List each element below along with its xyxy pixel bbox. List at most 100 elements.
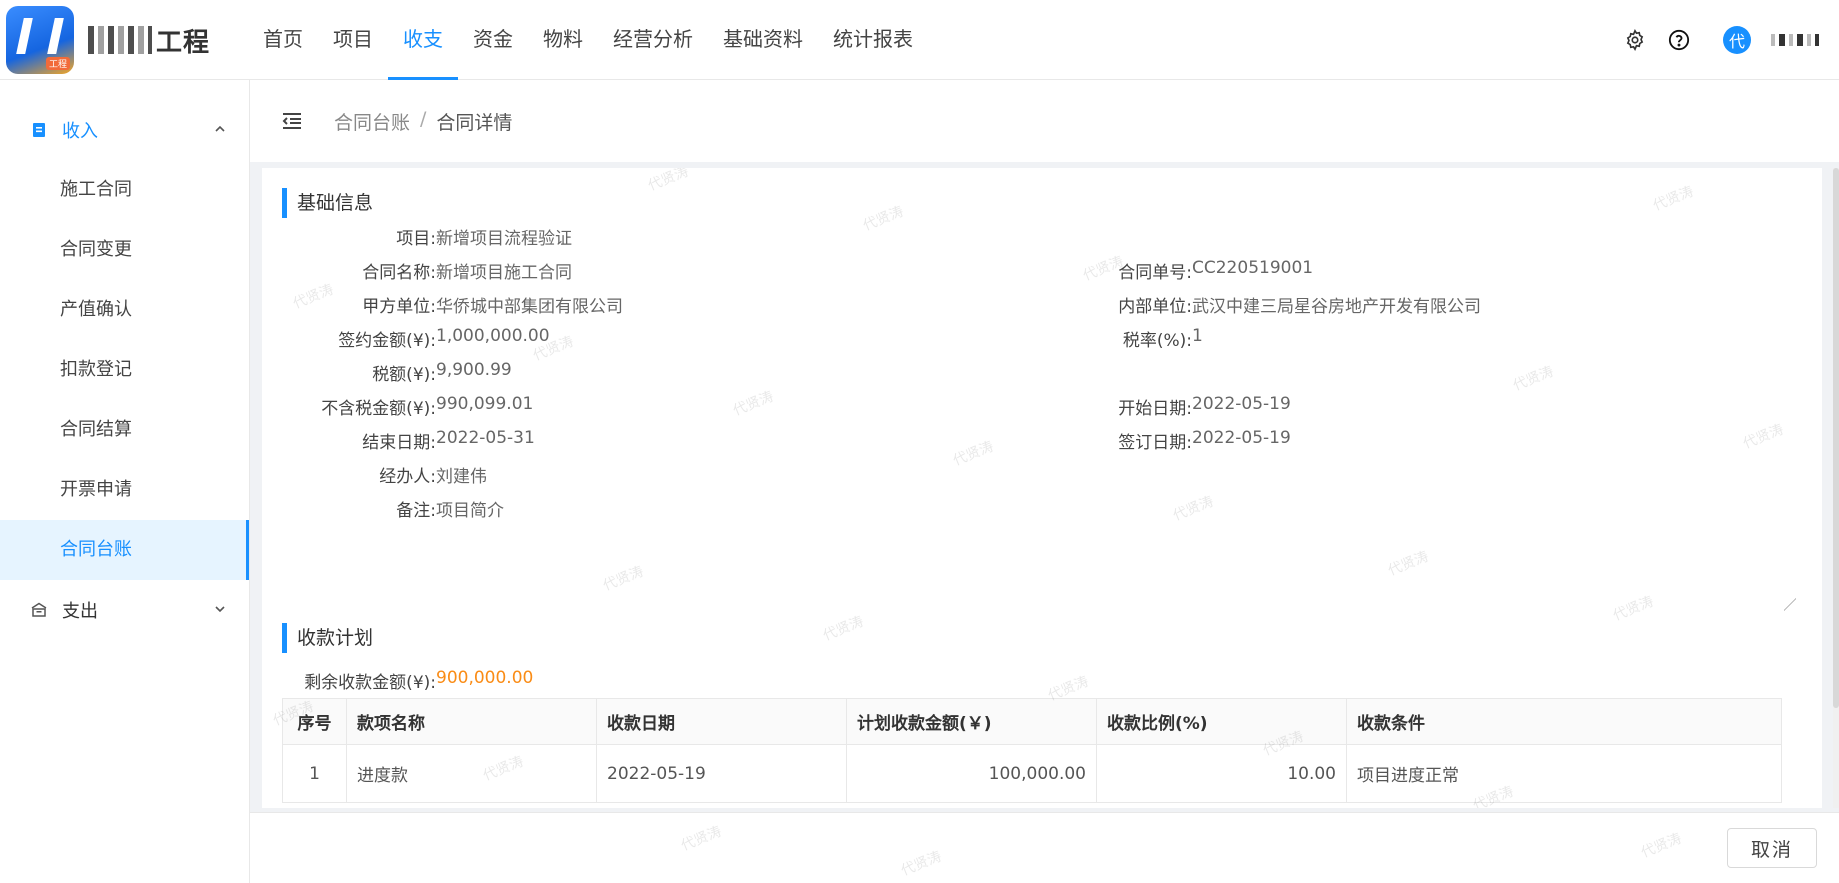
field-value: 武汉中建三局星谷房地产开发有限公司 [1192,297,1481,317]
brand-name: 工程 [88,22,210,58]
textarea-resize-handle[interactable] [1784,587,1796,611]
field-value: 990,099.01 [436,394,534,414]
main-nav: 首页 项目 收支 资金 物料 经营分析 基础资料 统计报表 [248,0,928,80]
field-project: 项目: 新增项目流程验证 [262,224,572,249]
brand-name-redacted [88,26,152,54]
logo-sub-text: 工程 [46,57,71,70]
field-value: 新增项目施工合同 [436,263,572,283]
nav-item-funds[interactable]: 资金 [458,0,528,80]
field-contract-no: 合同单号: CC220519001 [962,258,1313,283]
avatar[interactable]: 代 [1723,26,1751,54]
field-label: 甲方单位: [362,297,436,317]
watermark: 代贤涛 [600,563,646,595]
nav-item-home[interactable]: 首页 [248,0,318,80]
field-sign-date: 签订日期: 2022-05-19 [962,428,1291,453]
field-tax-rate: 税率(%): 1 [962,326,1203,351]
nav-item-income-expense[interactable]: 收支 [388,0,458,80]
table-row: 1 进度款 2022-05-19 100,000.00 10.00 项目进度正常 [282,744,1782,803]
breadcrumb-bar: 合同台账 / 合同详情 [250,80,1839,162]
sidebar-group-expense[interactable]: 支出 [0,580,249,640]
field-value: 2022-05-19 [1192,428,1291,448]
top-navbar: 工程 工程 首页 项目 收支 资金 物料 经营分析 基础资料 统计报表 代 [0,0,1839,80]
nav-item-base-data[interactable]: 基础资料 [708,0,818,80]
field-label: 税额(¥): [372,365,436,385]
breadcrumb-parent[interactable]: 合同台账 [334,108,410,135]
sidebar-item-contract-ledger[interactable]: 合同台账 [0,520,249,580]
column-header-condition: 收款条件 [1346,698,1782,745]
top-right-tools: 代 [1623,0,1819,80]
user-name-redacted[interactable] [1771,34,1819,46]
help-icon[interactable] [1667,28,1691,52]
cell-condition: 项目进度正常 [1346,744,1782,803]
watermark: 代贤涛 [678,823,724,855]
field-ex-tax-amount: 不含税金额(¥): 990,099.01 [262,394,533,419]
field-label: 签订日期: [1118,433,1192,453]
field-label: 不含税金额(¥): [321,399,436,419]
column-header-amount: 计划收款金额(￥) [846,698,1097,745]
sidebar-item-invoice-request[interactable]: 开票申请 [0,460,249,520]
field-remaining-amount: 剩余收款金额(¥): 900,000.00 [262,668,533,693]
nav-item-reports[interactable]: 统计报表 [818,0,928,80]
watermark: 代贤涛 [1650,183,1696,215]
field-end-date: 结束日期: 2022-05-31 [262,428,535,453]
sidebar-item-construction-contract[interactable]: 施工合同 [0,160,249,220]
sidebar-group-expense-label: 支出 [62,601,98,622]
panel-scrollbar[interactable] [1833,168,1839,808]
field-value: 刘建伟 [436,467,487,487]
field-party-a: 甲方单位: 华侨城中部集团有限公司 [262,292,623,317]
scrollbar-thumb[interactable] [1833,168,1839,708]
column-header-no: 序号 [282,698,347,745]
field-label: 结束日期: [362,433,436,453]
cell-amount: 100,000.00 [846,744,1097,803]
breadcrumb-current: 合同详情 [436,111,513,134]
field-label: 税率(%): [1122,331,1192,351]
field-handler: 经办人: 刘建伟 [262,462,487,487]
brand-name-suffix: 工程 [156,27,211,58]
nav-item-materials[interactable]: 物料 [528,0,598,80]
sidebar-item-deduction[interactable]: 扣款登记 [0,340,249,400]
sidebar-group-income-label: 收入 [62,121,98,142]
watermark: 代贤涛 [1385,548,1431,580]
field-label: 合同名称: [362,263,436,283]
cell-name: 进度款 [346,744,597,803]
menu-fold-icon[interactable] [280,109,304,133]
field-label: 合同单号: [1118,263,1192,283]
field-internal-unit: 内部单位: 武汉中建三局星谷房地产开发有限公司 [962,292,1481,317]
contract-detail-panel: 基础信息 项目: 新增项目流程验证 合同名称: 新增项目施工合同 甲方单位: 华… [262,168,1822,808]
field-value: 新增项目流程验证 [436,229,572,249]
nav-item-project[interactable]: 项目 [318,0,388,80]
cell-date: 2022-05-19 [596,744,847,803]
watermark: 代贤涛 [1740,421,1786,453]
field-value: 华侨城中部集团有限公司 [436,297,623,317]
footer-actions: 代贤涛 代贤涛 代贤涛 取消 [250,812,1839,883]
field-value: CC220519001 [1192,258,1314,278]
field-label: 剩余收款金额(¥): [304,673,436,693]
column-header-date: 收款日期 [596,698,847,745]
section-title-basic-info: 基础信息 [282,188,373,218]
breadcrumb: 合同台账 / 合同详情 [334,108,512,135]
cell-no: 1 [282,744,347,803]
field-label: 备注: [396,501,436,521]
watermark: 代贤涛 [1638,830,1684,862]
watermark: 代贤涛 [645,168,691,195]
collection-plan-table: 序号 款项名称 收款日期 计划收款金额(￥) 收款比例(%) 收款条件 1 进度… [282,698,1782,803]
watermark: 代贤涛 [1170,493,1216,525]
watermark: 代贤涛 [898,848,944,880]
table-header-row: 序号 款项名称 收款日期 计划收款金额(￥) 收款比例(%) 收款条件 [282,698,1782,745]
field-label: 内部单位: [1118,297,1192,317]
gear-icon[interactable] [1623,28,1647,52]
app-logo[interactable]: 工程 [6,6,74,74]
sidebar-item-contract-change[interactable]: 合同变更 [0,220,249,280]
sidebar-item-settlement[interactable]: 合同结算 [0,400,249,460]
cancel-button[interactable]: 取消 [1727,828,1817,868]
section-title-collection-plan: 收款计划 [282,623,373,653]
field-label: 项目: [396,229,436,249]
watermark: 代贤涛 [1610,593,1656,625]
field-start-date: 开始日期: 2022-05-19 [962,394,1291,419]
watermark: 代贤涛 [1510,363,1556,395]
field-value: 2022-05-31 [436,428,535,448]
sidebar-group-income[interactable]: 收入 [0,100,249,160]
nav-item-business-analysis[interactable]: 经营分析 [598,0,708,80]
sidebar-item-output-confirm[interactable]: 产值确认 [0,280,249,340]
cell-ratio: 10.00 [1096,744,1347,803]
